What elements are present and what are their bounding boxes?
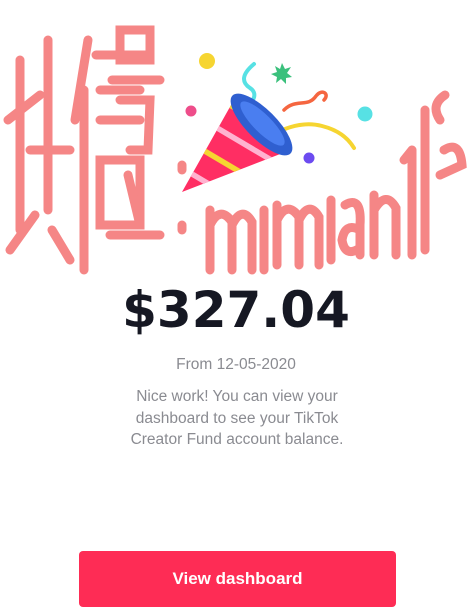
payout-message: Nice work! You can view your dashboard t… bbox=[130, 388, 344, 448]
view-dashboard-button[interactable]: View dashboard bbox=[79, 551, 396, 607]
payout-amount: $327.04 bbox=[122, 281, 350, 339]
payout-from-date: From 12-05-2020 bbox=[176, 356, 296, 373]
creator-fund-payout-screen: $327.04 From 12-05-2020 Nice work! You c… bbox=[0, 0, 472, 616]
party-popper-icon bbox=[182, 53, 373, 192]
